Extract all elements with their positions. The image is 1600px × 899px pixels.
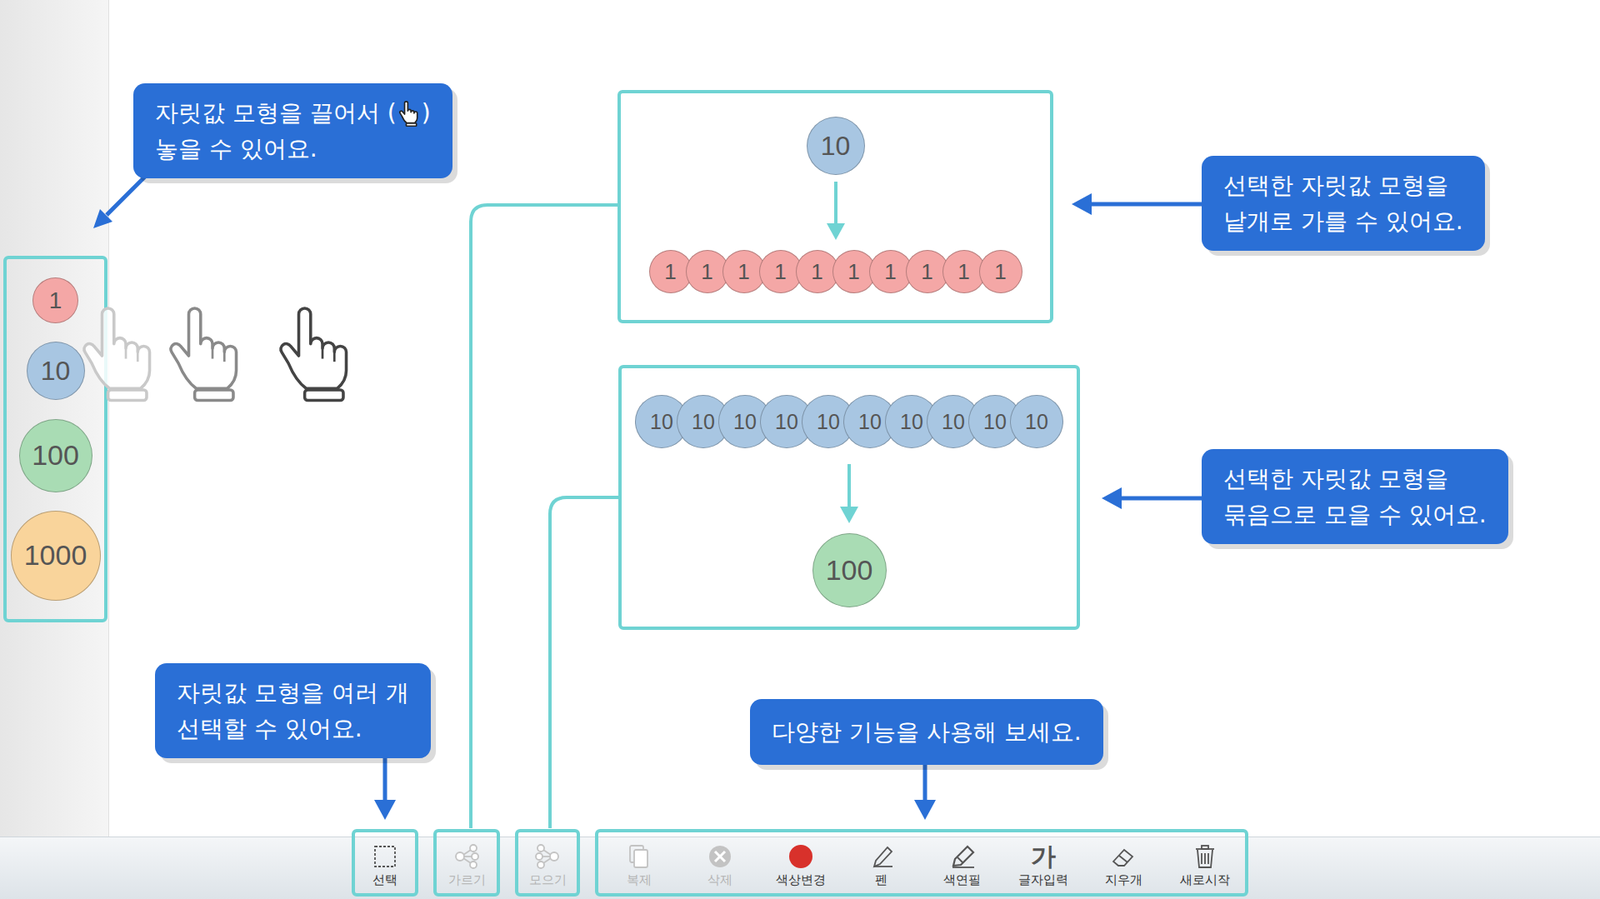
one-coin: 1 [979,250,1023,294]
callout-text: 선택한 자릿값 모형을 [1223,460,1449,497]
tool-button[interactable]: 펜 [840,832,922,894]
callout-text: 놓을 수 있어요. [155,130,318,167]
split-demo: 10 1111111111 [617,90,1054,324]
tool-label: 삭제 [707,872,733,888]
sidebar: 1 10 100 1000 [0,0,110,837]
drag-hand-icon [165,301,247,404]
tool-button[interactable]: 선택 [355,832,415,894]
callout-text: 선택할 수 있어요. [176,710,363,747]
reset-icon [1190,843,1220,870]
eraser-icon [1110,843,1139,870]
split-arrow-icon [1071,193,1204,215]
tools-arrow-icon [914,760,936,820]
merge-icon [533,843,562,870]
down-arrow-icon [836,448,862,534]
delete-icon [705,843,735,870]
toolbar: 선택 가르기 모으기 복제 삭제 색상변경 펜 색연필 가글자입력 지우개 새로시작 [0,836,1600,899]
split-icon [452,843,481,870]
merge-arrow-icon [1101,487,1204,510]
split-connector [470,205,618,829]
tool-label: 가르기 [448,872,486,888]
text-tool-icon: 가 [1030,843,1056,870]
tool-button[interactable]: 모으기 [518,832,577,894]
palette-coin[interactable]: 1000 [10,510,101,601]
tool-button[interactable]: 가글자입력 [1002,832,1084,894]
callout-text: 다양한 기능을 사용해 보세요. [771,714,1082,750]
select-arrow-icon [374,754,396,820]
tip-callout: 다양한 기능을 사용해 보세요. [750,699,1104,765]
callout-text: 묶음으로 모을 수 있어요. [1223,496,1487,533]
copy-icon [625,843,654,870]
tool-button[interactable]: 가르기 [436,832,497,894]
callout-line: 낱개로 가를 수 있어요. [1223,203,1464,240]
tool-label: 글자입력 [1018,872,1069,888]
down-arrow-icon [823,175,849,242]
callout-line: 묶음으로 모을 수 있어요. [1223,496,1487,533]
tool-button[interactable]: 색연필 [921,832,1003,894]
coin-palette: 1 10 100 1000 [3,255,108,623]
drag-hand-icon [78,301,160,404]
hand-icon [398,100,420,127]
coin-row: 10101010101010101010 [635,395,1064,449]
tool-group: 선택 [351,829,419,897]
coin-row: 1111111111 [649,250,1023,294]
callout-text: ) [421,95,431,131]
tool-button[interactable]: 지우개 [1083,832,1165,894]
tool-group: 복제삭제색상변경펜색연필가글자입력지우개새로시작 [595,829,1249,897]
tool-label: 지우개 [1105,872,1143,888]
callout-line: 다양한 기능을 사용해 보세요. [771,714,1082,750]
tool-label: 선택 [372,872,398,888]
callout-line: 선택한 자릿값 모형을 [1223,460,1487,497]
tip-callout: 자릿값 모형을 끌어서 ()놓을 수 있어요. [133,83,453,179]
ten-coin: 10 [1010,395,1064,449]
drag-hand-icon [275,301,357,404]
tool-button[interactable]: 삭제 [679,832,760,894]
palette-coin[interactable]: 100 [19,419,93,493]
tool-label: 복제 [626,872,652,888]
callout-text: 자릿값 모형을 끌어서 ( [155,95,397,131]
tool-label: 펜 [875,872,888,888]
place-value-app: 1101001000101111111111101010101010101010… [0,0,1600,899]
tool-button[interactable]: 색상변경 [760,832,841,894]
callout-line: 선택할 수 있어요. [176,710,410,747]
pen-icon [867,843,896,870]
callout-line: 선택한 자릿값 모형을 [1223,167,1464,204]
tool-label: 색연필 [943,872,981,888]
tool-button[interactable]: 복제 [598,832,680,894]
palette-coin[interactable]: 1 [32,277,79,324]
drag-arrow-icon [93,173,149,229]
hundred-coin: 100 [812,533,887,608]
tool-group: 모으기 [515,829,580,897]
callout-line: 자릿값 모형을 끌어서 () [155,95,431,131]
tool-label: 모으기 [529,872,567,888]
color-icon [786,843,815,870]
merge-connector [550,497,619,829]
tip-callout: 자릿값 모형을 여러 개선택할 수 있어요. [155,663,431,759]
tool-label: 색상변경 [775,872,826,888]
tool-group: 가르기 [433,829,500,897]
tool-label: 새로시작 [1180,872,1230,888]
merge-demo: 10101010101010101010 100 [618,365,1080,630]
tip-callout: 선택한 자릿값 모형을묶음으로 모을 수 있어요. [1201,449,1509,545]
ten-coin: 10 [806,116,865,175]
crayon-icon [948,843,977,870]
palette-coin[interactable]: 10 [26,341,85,400]
tool-button[interactable]: 새로시작 [1164,832,1245,894]
callout-text: 선택한 자릿값 모형을 [1223,167,1449,204]
select-icon [370,843,400,870]
callout-line: 놓을 수 있어요. [155,130,431,167]
tip-callout: 선택한 자릿값 모형을낱개로 가를 수 있어요. [1201,155,1485,251]
callout-text: 자릿값 모형을 여러 개 [176,675,410,711]
callout-line: 자릿값 모형을 여러 개 [176,675,410,711]
callout-text: 낱개로 가를 수 있어요. [1223,203,1464,240]
